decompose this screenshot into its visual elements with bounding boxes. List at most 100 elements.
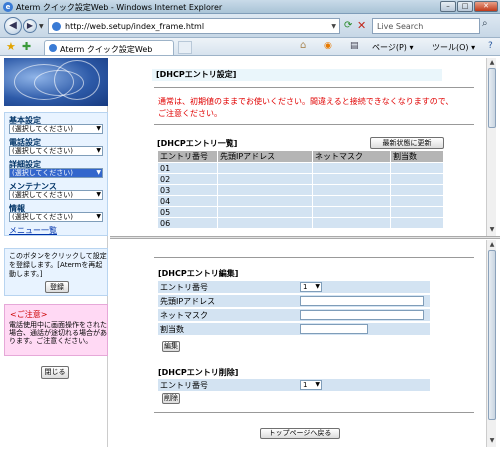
chevron-down-icon: ▼ [315, 381, 320, 388]
delete-section-title: [DHCPエントリ削除] [158, 368, 239, 377]
table-cell [390, 195, 444, 207]
entry-list-title: [DHCPエントリ一覧] [157, 139, 238, 148]
table-cell [390, 162, 444, 174]
url-text: http://web.setup/index_frame.html [65, 22, 205, 31]
add-favorites-icon[interactable]: ✚ [22, 40, 31, 53]
edit-netmask-row: ネットマスク [158, 309, 430, 321]
phone-settings-select[interactable]: (選択してください) ▼ [9, 146, 103, 156]
column-header: エントリ番号 [157, 150, 218, 163]
divider [154, 87, 474, 88]
start-ip-input[interactable] [300, 296, 424, 306]
delete-button[interactable]: 削除 [162, 393, 180, 404]
column-header: 先頭IPアドレス [217, 150, 313, 163]
feeds-icon[interactable]: ◉ [324, 41, 332, 51]
print-icon[interactable]: ▤ [350, 41, 359, 51]
back-to-top-button[interactable]: トップページへ戻る [260, 428, 340, 439]
maximize-button[interactable]: □ [457, 1, 473, 12]
refresh-icon[interactable]: ⟳ [344, 20, 352, 31]
home-icon[interactable]: ⌂ [300, 40, 306, 51]
search-input[interactable]: Live Search [372, 18, 480, 34]
advanced-settings-select[interactable]: (選択してください) ▼ [9, 168, 103, 178]
caution-text: 電話使用中に画面操作をされた場合、通話が途切れる場合があります。ご注意ください。 [9, 321, 107, 345]
table-cell: 04 [157, 195, 218, 207]
divider [154, 124, 474, 125]
chevron-down-icon: ▼ [315, 283, 320, 290]
table-cell [312, 162, 391, 174]
info-select[interactable]: (選択してください) ▼ [9, 212, 103, 222]
table-cell: 06 [157, 217, 218, 229]
forward-arrow-icon[interactable]: ▶ [23, 19, 37, 33]
bottom-frame-scrollbar[interactable]: ▲ ▼ [486, 240, 496, 447]
search-icon[interactable]: ⌕ [482, 18, 488, 29]
table-cell [217, 184, 313, 196]
tools-menu[interactable]: ツール(O) ▾ [432, 42, 475, 53]
register-panel: このボタンをクリックして設定を登録します。[Atermを再起動します。] 登録 [4, 248, 108, 296]
new-tab-button[interactable] [178, 41, 192, 54]
select-value: 1 [303, 283, 308, 291]
scroll-up-icon[interactable]: ▲ [488, 241, 496, 249]
delete-entry-select[interactable]: 1 ▼ [300, 380, 322, 390]
register-note: このボタンをクリックして設定を登録します。[Atermを再起動します。] [9, 252, 107, 278]
url-input[interactable]: http://web.setup/index_frame.html ▼ [48, 18, 340, 34]
edit-button[interactable]: 編集 [162, 341, 180, 352]
scroll-down-icon[interactable]: ▼ [488, 226, 496, 234]
basic-settings-select[interactable]: (選択してください) ▼ [9, 124, 103, 134]
history-dropdown-icon[interactable]: ▼ [39, 23, 44, 30]
settings-menu-panel: 基本設定 (選択してください) ▼ 電話設定 (選択してください) ▼ 詳細設定 (… [4, 112, 108, 236]
table-cell [312, 184, 391, 196]
close-window-button[interactable]: ✕ [474, 1, 498, 12]
table-cell: 05 [157, 206, 218, 218]
divider [154, 412, 474, 413]
frame-divider[interactable] [110, 236, 500, 239]
allocation-count-label: 割当数 [160, 325, 184, 334]
menu-list-link[interactable]: メニュー一覧 [9, 225, 57, 236]
table-cell [390, 206, 444, 218]
select-value: (選択してください) [12, 125, 74, 133]
ie-logo-icon: e [3, 2, 13, 12]
chevron-down-icon: ▼ [96, 213, 101, 220]
select-value: 1 [303, 381, 308, 389]
column-header: ネットマスク [312, 150, 391, 163]
table-cell [390, 217, 444, 229]
page-icon [52, 22, 61, 31]
help-icon[interactable]: ? [488, 41, 493, 51]
select-value: (選択してください) [12, 147, 74, 155]
table-cell [217, 217, 313, 229]
close-button[interactable]: 閉じる [41, 366, 69, 379]
start-ip-label: 先頭IPアドレス [160, 297, 216, 306]
caution-panel: <ご注意> 電話使用中に画面操作をされた場合、通話が途切れる場合があります。ご注… [4, 304, 108, 356]
scroll-down-icon[interactable]: ▼ [488, 437, 496, 445]
page-title: [DHCPエントリ設定] [152, 69, 442, 81]
maintenance-select[interactable]: (選択してください) ▼ [9, 190, 103, 200]
url-dropdown-icon[interactable]: ▼ [331, 23, 336, 30]
refresh-status-button[interactable]: 最新状態に更新 [370, 137, 444, 149]
table-header-row: エントリ番号 先頭IPアドレス ネットマスク 割当数 [157, 150, 444, 163]
favorites-star-icon[interactable]: ★ [6, 40, 16, 53]
scroll-thumb[interactable] [488, 250, 496, 420]
stop-icon[interactable]: ✕ [357, 19, 366, 32]
chevron-down-icon: ▼ [96, 169, 101, 176]
netmask-label: ネットマスク [160, 311, 208, 320]
scroll-up-icon[interactable]: ▲ [488, 59, 496, 67]
tab-aterm[interactable]: Aterm クイック設定Web [44, 40, 174, 55]
top-frame-scrollbar[interactable]: ▲ ▼ [486, 58, 496, 236]
table-cell [312, 206, 391, 218]
entry-table: エントリ番号 先頭IPアドレス ネットマスク 割当数 01 02 03 04 0… [157, 150, 444, 229]
netmask-input[interactable] [300, 310, 424, 320]
scroll-thumb[interactable] [488, 68, 496, 128]
allocation-count-input[interactable] [300, 324, 368, 334]
entry-number-select[interactable]: 1 ▼ [300, 282, 322, 292]
page-menu[interactable]: ページ(P) ▾ [372, 42, 413, 53]
delete-entry-label: エントリ番号 [160, 381, 208, 390]
entry-list-frame: [DHCPエントリ設定] 通常は、初期値のままでお使いください。間違えると接続で… [114, 58, 484, 236]
tab-page-icon [49, 44, 57, 52]
minimize-button[interactable]: – [440, 1, 456, 12]
delete-entry-row: エントリ番号 1 ▼ [158, 379, 430, 391]
back-arrow-icon[interactable]: ◀ [4, 17, 22, 35]
table-row: 04 [157, 195, 444, 207]
tab-bar: ★ ✚ Aterm クイック設定Web ⌂ ◉ ▤ ページ(P) ▾ ツール(O… [0, 38, 500, 56]
left-navigation-frame: 基本設定 (選択してください) ▼ 電話設定 (選択してください) ▼ 詳細設定 (… [4, 58, 108, 447]
divider [154, 257, 474, 258]
register-button[interactable]: 登録 [45, 281, 69, 293]
column-header: 割当数 [390, 150, 444, 163]
